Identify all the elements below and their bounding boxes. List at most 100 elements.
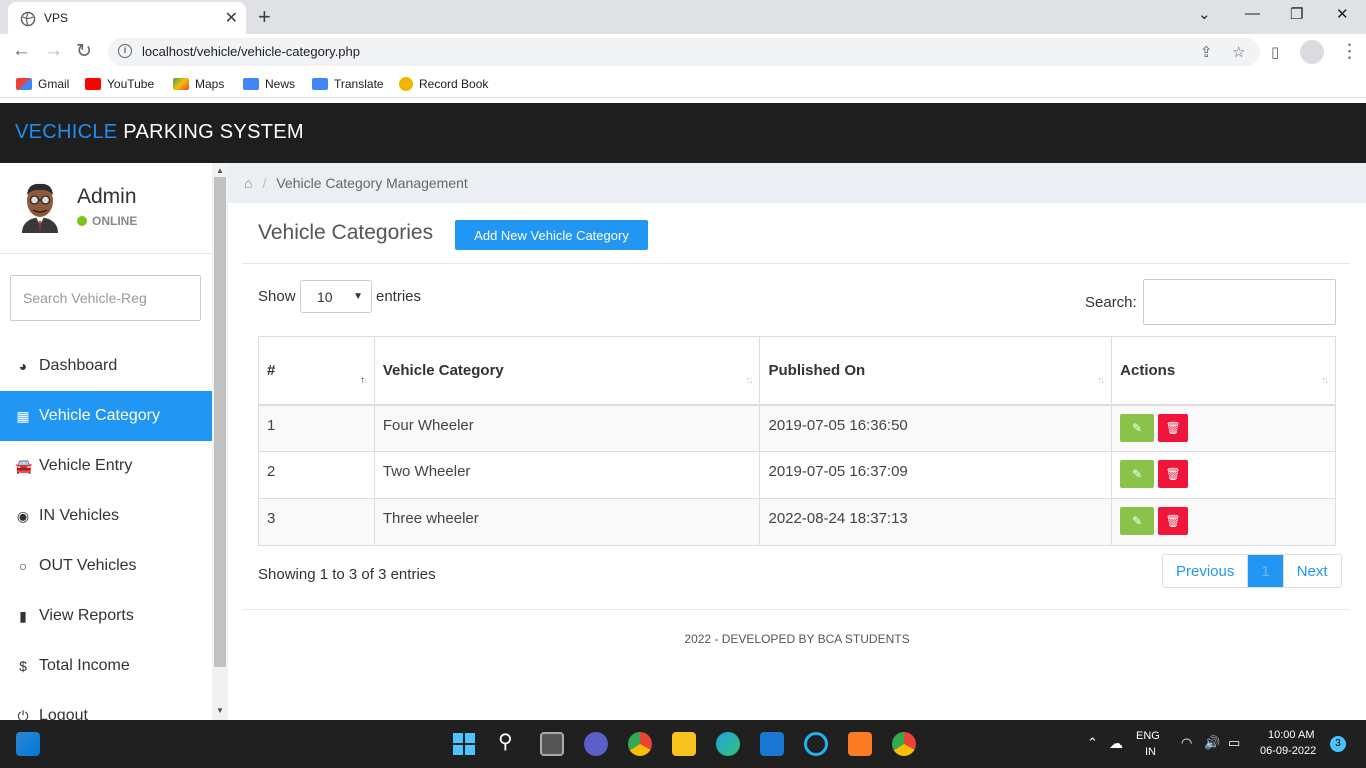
side-panel-icon[interactable]: ▯	[1271, 43, 1279, 61]
clock-date[interactable]: 06-09-2022	[1260, 745, 1316, 757]
breadcrumb: ⌂ / Vehicle Category Management	[228, 163, 1366, 203]
bookmark-maps[interactable]: Maps	[173, 77, 224, 91]
tab-search-icon[interactable]: ⌄	[1198, 5, 1211, 23]
star-icon[interactable]: ☆	[1232, 43, 1245, 61]
column-header-number[interactable]: # ↑↓	[258, 336, 375, 406]
edge-icon[interactable]	[716, 732, 740, 756]
cell-category: Three wheeler	[373, 498, 761, 546]
chevron-up-icon[interactable]: ⌃	[1087, 735, 1098, 751]
online-dot-icon	[77, 216, 87, 226]
edit-button[interactable]: ✎	[1120, 507, 1155, 535]
taskbar: ⚲ ⌃ ☁ ENG IN ◠ 🔊 ▭ 10:00 AM 06-09-2022 3	[0, 720, 1366, 768]
file-explorer-icon[interactable]	[672, 732, 696, 756]
windows-start-icon[interactable]	[452, 732, 476, 756]
edit-button[interactable]: ✎	[1120, 413, 1155, 442]
sidebar-item-vehicle-category[interactable]: ▦ Vehicle Category	[0, 391, 212, 441]
new-tab-icon[interactable]: +	[258, 4, 271, 30]
sidebar-item-out-vehicles[interactable]: ○ OUT Vehicles	[0, 541, 212, 591]
wifi-icon[interactable]: ◠	[1181, 735, 1192, 751]
app-brand[interactable]: VECHICLE PARKING SYSTEM	[15, 121, 304, 144]
widgets-icon[interactable]	[16, 732, 40, 756]
home-icon[interactable]: ⌂	[244, 175, 252, 191]
table-info: Showing 1 to 3 of 3 entries	[258, 566, 436, 583]
bookmark-news[interactable]: News	[243, 77, 295, 91]
bookmarks-bar: Gmail YouTube Maps News Translate Record…	[0, 70, 1366, 98]
reload-icon[interactable]: ↻	[76, 40, 92, 63]
divider	[242, 263, 1350, 264]
back-icon[interactable]: ←	[12, 40, 31, 62]
gmail-icon	[16, 78, 32, 90]
cell-actions: ✎ 🗑	[1111, 451, 1336, 499]
column-header-published[interactable]: Published On ↑↓	[759, 336, 1113, 406]
sidebar-item-logout[interactable]: ⏻ Logout	[0, 691, 212, 720]
table-search-input[interactable]	[1143, 279, 1336, 325]
close-window-icon[interactable]: ✕	[1336, 5, 1349, 23]
sidebar-item-vehicle-entry[interactable]: 🚘 Vehicle Entry	[0, 441, 212, 491]
maps-icon	[173, 78, 189, 90]
cell-number: 1	[258, 404, 375, 452]
sidebar-item-view-reports[interactable]: ▮ View Reports	[0, 591, 212, 641]
scrollbar-thumb[interactable]	[214, 177, 226, 667]
sidebar-menu: ◕ Dashboard ▦ Vehicle Category 🚘 Vehicle…	[0, 341, 212, 720]
close-tab-icon[interactable]: ✕	[225, 8, 238, 28]
language-eng[interactable]: ENG	[1136, 730, 1160, 742]
minimize-icon[interactable]: —	[1245, 5, 1260, 22]
alexa-icon[interactable]	[804, 732, 828, 756]
chat-icon[interactable]	[584, 732, 608, 756]
sidebar-item-total-income[interactable]: $ Total Income	[0, 641, 212, 691]
volume-icon[interactable]: 🔊	[1204, 735, 1220, 751]
chrome-active-icon[interactable]	[892, 732, 916, 756]
bookmark-record-book[interactable]: Record Book	[399, 77, 488, 91]
sort-icon: ↑↓	[1321, 375, 1329, 386]
show-label: Show	[258, 288, 296, 305]
app-header: VECHICLE PARKING SYSTEM	[0, 103, 1366, 163]
column-header-category[interactable]: Vehicle Category ↑↓	[373, 336, 761, 406]
sidebar-item-dashboard[interactable]: ◕ Dashboard	[0, 341, 212, 391]
delete-button[interactable]: 🗑	[1158, 413, 1189, 442]
search-icon[interactable]: ⚲	[498, 729, 513, 754]
clock-time[interactable]: 10:00 AM	[1268, 729, 1314, 741]
profile-avatar-icon[interactable]	[1300, 40, 1324, 64]
page-1-button[interactable]: 1	[1248, 555, 1284, 587]
cell-published: 2022-08-24 18:37:13	[759, 498, 1113, 546]
delete-button[interactable]: 🗑	[1158, 460, 1189, 488]
column-header-actions[interactable]: Actions ↑↓	[1111, 336, 1336, 406]
share-icon[interactable]: ⇪	[1200, 43, 1213, 61]
address-bar[interactable]: i localhost/vehicle/vehicle-category.php…	[108, 38, 1260, 66]
browser-tab[interactable]: VPS ✕	[8, 2, 246, 34]
notification-badge[interactable]: 3	[1330, 736, 1346, 752]
scroll-up-icon[interactable]: ▲	[216, 166, 224, 175]
edit-button[interactable]: ✎	[1120, 460, 1155, 488]
onedrive-icon[interactable]: ☁	[1109, 735, 1123, 752]
avatar	[22, 183, 58, 233]
breadcrumb-separator: /	[262, 175, 267, 191]
entries-length-select[interactable]: 10 ▼	[300, 280, 372, 313]
language-in[interactable]: IN	[1145, 746, 1156, 758]
menu-kebab-icon[interactable]: ⋮	[1340, 40, 1359, 63]
previous-button[interactable]: Previous	[1163, 555, 1249, 587]
chrome-icon[interactable]	[628, 732, 652, 756]
mail-icon[interactable]	[760, 732, 784, 756]
bookmark-gmail[interactable]: Gmail	[16, 77, 69, 91]
bookmark-youtube[interactable]: YouTube	[85, 77, 154, 91]
sidebar-search-input[interactable]	[10, 275, 201, 321]
scroll-down-icon[interactable]: ▼	[216, 706, 224, 715]
cell-actions: ✎ 🗑	[1111, 498, 1336, 546]
bookmark-translate[interactable]: Translate	[312, 77, 384, 91]
breadcrumb-current: Vehicle Category Management	[276, 175, 468, 191]
user-panel: Admin ONLINE	[0, 163, 212, 254]
sort-asc-icon: ↑↓	[359, 375, 368, 386]
sidebar-item-in-vehicles[interactable]: ◉ IN Vehicles	[0, 491, 212, 541]
next-button[interactable]: Next	[1283, 555, 1341, 587]
delete-button[interactable]: 🗑	[1158, 507, 1189, 535]
sidebar-scrollbar[interactable]: ▲ ▼	[212, 163, 228, 720]
task-view-icon[interactable]	[540, 732, 564, 756]
maximize-icon[interactable]: ❐	[1290, 5, 1303, 23]
battery-icon[interactable]: ▭	[1228, 735, 1240, 751]
xampp-icon[interactable]	[848, 732, 872, 756]
add-vehicle-category-button[interactable]: Add New Vehicle Category	[455, 220, 648, 250]
globe-icon	[20, 11, 36, 27]
site-info-icon[interactable]: i	[118, 44, 132, 58]
car-icon: 🚘	[15, 457, 33, 474]
forward-icon[interactable]: →	[44, 40, 63, 62]
